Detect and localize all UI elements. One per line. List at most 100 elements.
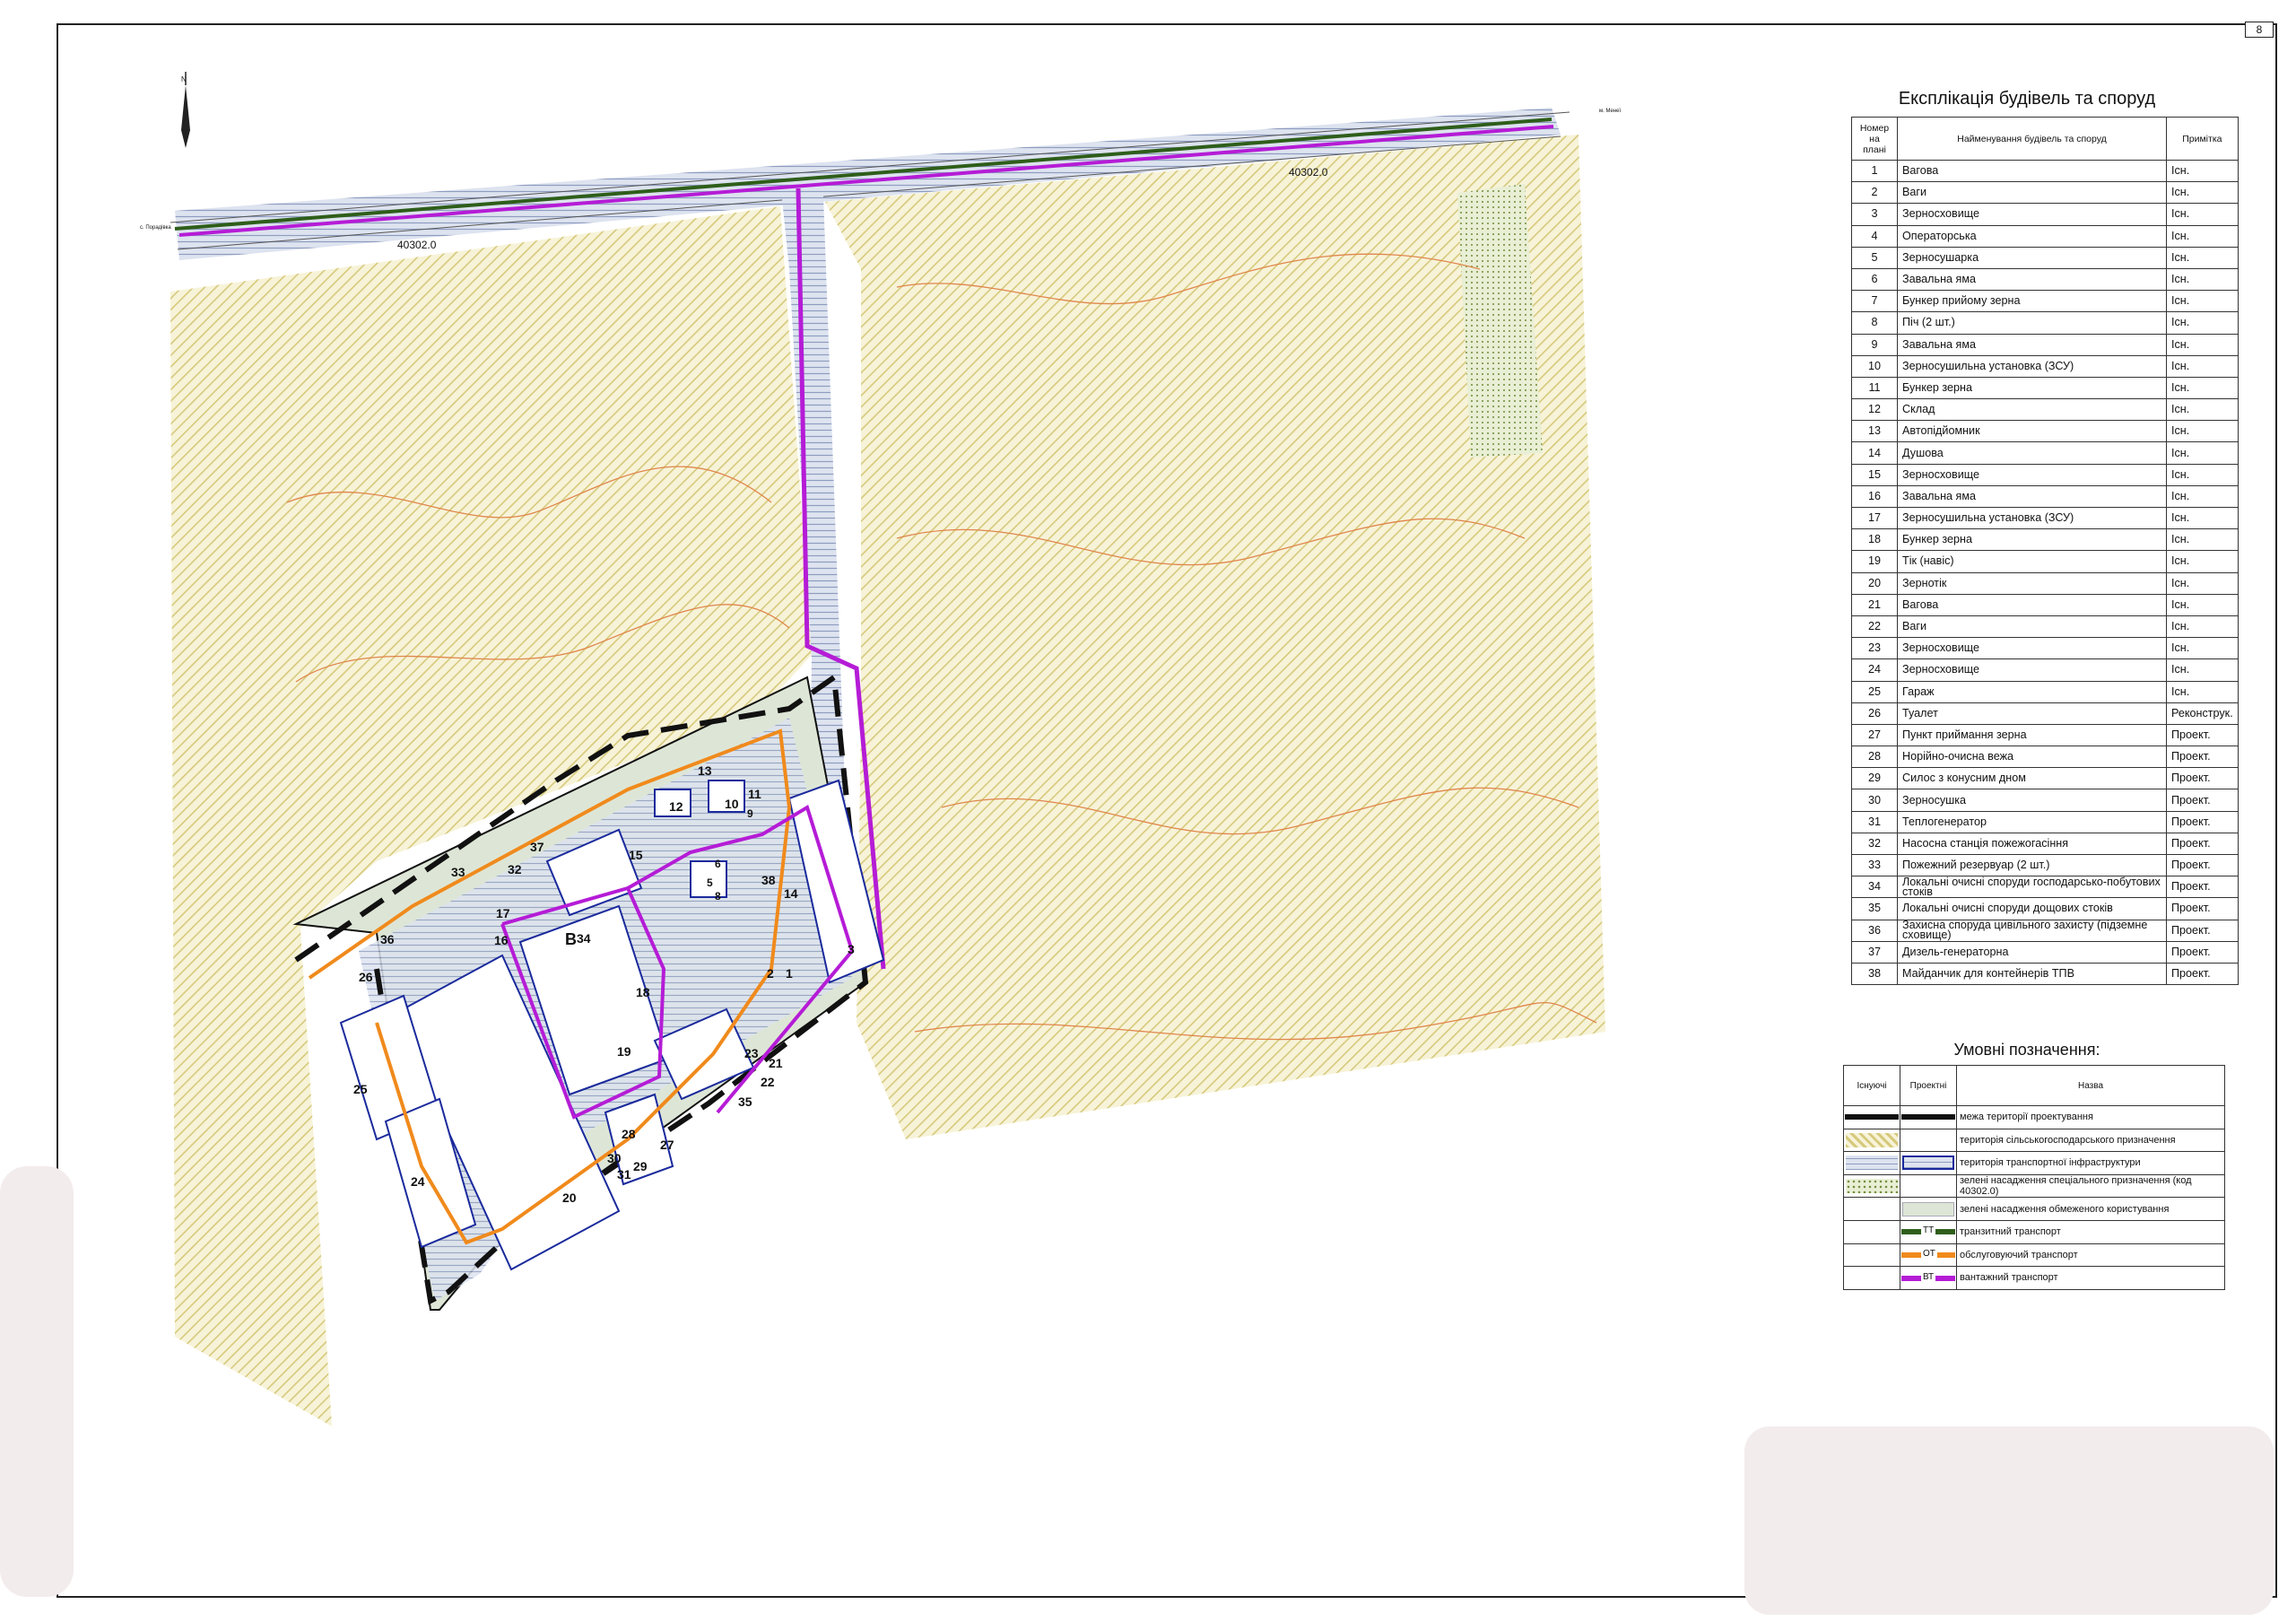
explication-num-cell: 37 bbox=[1851, 940, 1898, 964]
header-note: Примітка bbox=[2166, 117, 2239, 161]
explication-note-cell: Існ. bbox=[2166, 290, 2239, 313]
explication-num-cell: 38 bbox=[1851, 962, 1898, 986]
plan-label: 34 bbox=[577, 931, 591, 946]
explication-row: 18 Бункер зерна Існ. bbox=[1851, 528, 2239, 552]
plan-label: 22 bbox=[761, 1075, 775, 1089]
explication-note-cell: Існ. bbox=[2166, 203, 2239, 226]
explication-row: 11 Бункер зерна Існ. bbox=[1851, 376, 2239, 400]
redaction-left bbox=[0, 1166, 74, 1597]
explication-title: Експлікація будівель та споруд bbox=[1898, 89, 2156, 109]
explication-row: 17 Зерносушильна установка (ЗСУ) Існ. bbox=[1851, 506, 2239, 530]
legend-swatch-existing bbox=[1843, 1173, 1900, 1199]
legend-row: ВТ вантажний транспорт bbox=[1843, 1266, 2225, 1290]
explication-name-cell: Силос з конусним дном bbox=[1897, 767, 2167, 790]
explication-table: Номер на плані Найменування будівель та … bbox=[1851, 117, 2239, 986]
north-label: N bbox=[181, 75, 187, 83]
explication-num-cell: 8 bbox=[1851, 311, 1898, 335]
explication-note-cell: Проект. bbox=[2166, 940, 2239, 964]
explication-num-cell: 10 bbox=[1851, 354, 1898, 378]
plan-label: 21 bbox=[769, 1056, 783, 1070]
explication-name-cell: Зерносушарка bbox=[1897, 246, 2167, 269]
explication-num-cell: 14 bbox=[1851, 441, 1898, 465]
explication-name-cell: Зернотік bbox=[1897, 571, 2167, 595]
explication-note-cell: Існ. bbox=[2166, 506, 2239, 530]
explication-row: 1 Вагова Існ. bbox=[1851, 159, 2239, 183]
explication-note-cell: Проект. bbox=[2166, 853, 2239, 877]
plan-label: 12 bbox=[669, 799, 683, 814]
explication-name-cell: Зерносховище bbox=[1897, 463, 2167, 486]
explication-row: 26 Туалет Реконструк. bbox=[1851, 702, 2239, 725]
plan-label: 3 bbox=[848, 942, 855, 956]
explication-num-cell: 19 bbox=[1851, 550, 1898, 573]
explication-num-cell: 33 bbox=[1851, 853, 1898, 877]
explication-num-cell: 27 bbox=[1851, 723, 1898, 747]
explication-name-cell: Ваги bbox=[1897, 181, 2167, 205]
explication-name-cell: Дизель-генераторна bbox=[1897, 940, 2167, 964]
legend-swatch-designed bbox=[1900, 1173, 1957, 1199]
explication-row: 19 Тік (навіс) Існ. bbox=[1851, 550, 2239, 573]
explication-num-cell: 26 bbox=[1851, 702, 1898, 725]
explication-row: 30 Зерносушка Проект. bbox=[1851, 789, 2239, 812]
explication-name-cell: Локальні очисні споруди дощових стоків bbox=[1897, 897, 2167, 920]
legend-tag: ВТ bbox=[1921, 1269, 1936, 1285]
explication-name-cell: Локальні очисні споруди господарсько-поб… bbox=[1897, 876, 2167, 899]
explication-num-cell: 13 bbox=[1851, 420, 1898, 443]
explication-row: 36 Захисна споруда цивільного захисту (пі… bbox=[1851, 919, 2239, 942]
explication-num-cell: 31 bbox=[1851, 810, 1898, 833]
plan-label: 15 bbox=[629, 848, 643, 862]
code-label-right: 40302.0 bbox=[1289, 166, 1328, 179]
explication-name-cell: Бункер зерна bbox=[1897, 376, 2167, 400]
plan-label: 10 bbox=[725, 797, 739, 811]
explication-row: 5 Зерносушарка Існ. bbox=[1851, 246, 2239, 269]
explication-note-cell: Проект. bbox=[2166, 723, 2239, 747]
legend-header-name: Назва bbox=[1956, 1065, 2225, 1106]
explication-row: 7 Бункер прийому зерна Існ. bbox=[1851, 290, 2239, 313]
explication-note-cell: Існ. bbox=[2166, 311, 2239, 335]
plan-label: 33 bbox=[451, 865, 465, 879]
explication-note-cell: Існ. bbox=[2166, 550, 2239, 573]
explication-num-cell: 21 bbox=[1851, 593, 1898, 616]
explication-num-cell: 16 bbox=[1851, 484, 1898, 509]
plan-label: 25 bbox=[353, 1082, 368, 1096]
legend-label: вантажний транспорт bbox=[1956, 1266, 2225, 1290]
legend-tag: ОТ bbox=[1921, 1246, 1937, 1261]
explication-note-cell: Існ. bbox=[2166, 246, 2239, 269]
explication-name-cell: Туалет bbox=[1897, 702, 2167, 725]
explication-name-cell: Зерносховище bbox=[1897, 637, 2167, 660]
explication-name-cell: Завальна яма bbox=[1897, 267, 2167, 292]
explication-num-cell: 23 bbox=[1851, 637, 1898, 660]
explication-name-cell: Зерносушильна установка (ЗСУ) bbox=[1897, 506, 2167, 530]
explication-num-cell: 20 bbox=[1851, 571, 1898, 595]
explication-num-cell: 2 bbox=[1851, 181, 1898, 205]
explication-num-cell: 29 bbox=[1851, 767, 1898, 790]
explication-name-cell: Зерносховище bbox=[1897, 658, 2167, 682]
road-label-right: м. Менеї bbox=[1599, 109, 1622, 114]
explication-note-cell: Існ. bbox=[2166, 159, 2239, 183]
explication-name-cell: Склад bbox=[1897, 398, 2167, 422]
explication-note-cell: Проект. bbox=[2166, 767, 2239, 790]
explication-note-cell: Існ. bbox=[2166, 181, 2239, 205]
explication-note-cell: Існ. bbox=[2166, 571, 2239, 595]
explication-note-cell: Існ. bbox=[2166, 224, 2239, 248]
explication-num-cell: 22 bbox=[1851, 615, 1898, 639]
plan-label: 31 bbox=[617, 1167, 631, 1182]
explication-body: 1 Вагова Існ. 2 Ваги Існ. 3 Зерносховище Існ. 4 Оп… bbox=[1851, 159, 2239, 986]
legend-label: територія сільськогосподарського признач… bbox=[1956, 1128, 2225, 1153]
legend-row: зелені насадження спеціального призначен… bbox=[1843, 1173, 2225, 1199]
legend-label: зелені насадження спеціального призначен… bbox=[1956, 1173, 2225, 1199]
explication-num-cell: 5 bbox=[1851, 246, 1898, 269]
explication-num-cell: 11 bbox=[1851, 376, 1898, 400]
explication-num-cell: 32 bbox=[1851, 832, 1898, 856]
legend-row: межа території проектування bbox=[1843, 1105, 2225, 1129]
header-num: Номер на плані bbox=[1851, 117, 1898, 161]
plan-label: 36 bbox=[380, 932, 395, 946]
legend-swatch-designed bbox=[1900, 1105, 1957, 1129]
explication-note-cell: Реконструк. bbox=[2166, 702, 2239, 725]
explication-num-cell: 25 bbox=[1851, 680, 1898, 703]
explication-name-cell: Пожежний резервуар (2 шт.) bbox=[1897, 853, 2167, 877]
explication-row: 33 Пожежний резервуар (2 шт.) Проект. bbox=[1851, 853, 2239, 877]
agricultural-land bbox=[170, 135, 1605, 1426]
explication-note-cell: Проект. bbox=[2166, 919, 2239, 942]
explication-note-cell: Існ. bbox=[2166, 420, 2239, 443]
explication-row: 28 Норійно-очисна вежа Проект. bbox=[1851, 746, 2239, 769]
